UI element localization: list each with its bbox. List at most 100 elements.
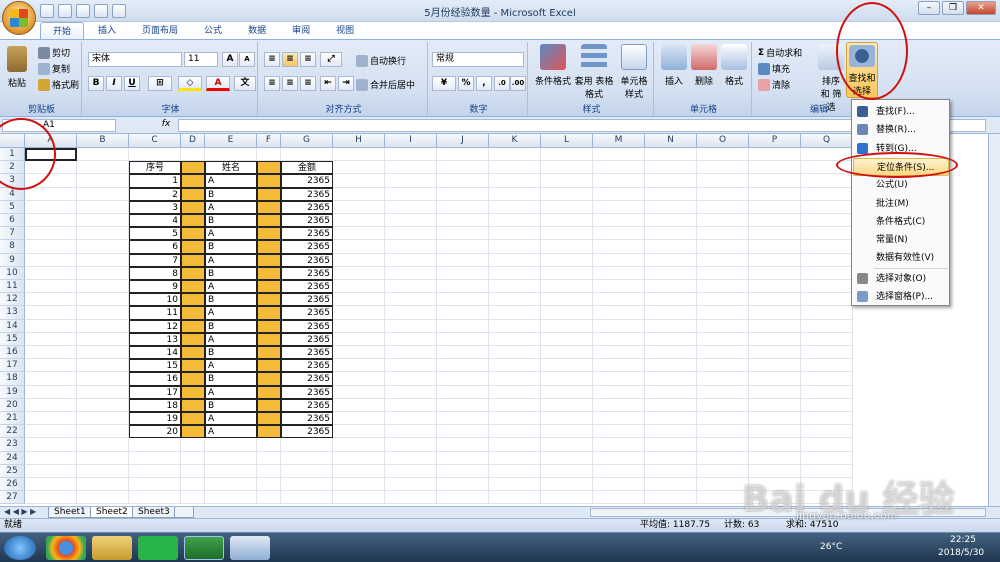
cell[interactable] (489, 293, 541, 307)
cell[interactable] (77, 385, 129, 399)
currency-button[interactable]: ¥ (432, 76, 456, 91)
cell[interactable]: 2 (129, 187, 181, 201)
cell[interactable] (257, 293, 281, 307)
column-header-I[interactable]: I (385, 134, 437, 148)
italic-button[interactable]: I (106, 76, 122, 91)
cell[interactable] (489, 464, 541, 478)
autosum-button[interactable]: Σ 自动求和 (758, 46, 802, 60)
cell[interactable] (749, 148, 801, 162)
cell[interactable] (205, 451, 257, 465)
cell[interactable] (697, 346, 749, 360)
cell[interactable] (593, 372, 645, 386)
row-header[interactable]: 11 (0, 280, 25, 294)
shrink-font-button[interactable]: A (239, 52, 255, 67)
cell[interactable]: A (205, 385, 257, 399)
column-header-K[interactable]: K (489, 134, 541, 148)
menu-item-10[interactable]: 选择窗格(P)... (853, 288, 949, 306)
cell[interactable] (77, 346, 129, 360)
cell[interactable] (437, 187, 489, 201)
cell[interactable] (385, 293, 437, 307)
cell[interactable]: B (205, 293, 257, 307)
cell[interactable] (437, 161, 489, 175)
cell[interactable] (697, 319, 749, 333)
cell[interactable] (749, 398, 801, 412)
cell[interactable] (749, 451, 801, 465)
font-size-combo[interactable]: 11 (184, 52, 218, 67)
active-cell[interactable] (25, 148, 77, 162)
cell[interactable] (697, 412, 749, 426)
cell[interactable] (205, 438, 257, 452)
cell[interactable] (437, 332, 489, 346)
cell[interactable] (257, 174, 281, 188)
cell[interactable]: 8 (129, 266, 181, 280)
cell[interactable] (749, 332, 801, 346)
cell[interactable]: 2365 (281, 253, 333, 267)
cell[interactable] (385, 240, 437, 254)
cell[interactable] (593, 293, 645, 307)
cell[interactable] (749, 425, 801, 439)
cell[interactable] (645, 200, 697, 214)
cell[interactable] (385, 398, 437, 412)
cell[interactable]: B (205, 398, 257, 412)
cell[interactable]: 3 (129, 200, 181, 214)
row-header[interactable]: 1 (0, 148, 25, 162)
header-amount[interactable]: 金额 (281, 161, 333, 175)
cell[interactable] (181, 280, 205, 294)
cell[interactable]: B (205, 240, 257, 254)
cell[interactable] (333, 478, 385, 492)
sheet-tab-3[interactable]: Sheet3 (132, 507, 176, 518)
cell[interactable] (437, 438, 489, 452)
cell[interactable] (181, 346, 205, 360)
cell[interactable]: 10 (129, 293, 181, 307)
cell[interactable] (25, 306, 77, 320)
cell[interactable] (593, 240, 645, 254)
cell[interactable] (801, 174, 853, 188)
fill-button[interactable]: 填充 (758, 62, 790, 75)
cell[interactable] (77, 438, 129, 452)
cell[interactable] (801, 451, 853, 465)
menu-item-3[interactable]: 定位条件(S)... (853, 157, 949, 176)
office-button[interactable] (2, 1, 36, 35)
cell[interactable] (697, 253, 749, 267)
column-header-M[interactable]: M (593, 134, 645, 148)
font-name-combo[interactable]: 宋体 (88, 52, 182, 67)
cell[interactable] (333, 306, 385, 320)
cell[interactable] (437, 148, 489, 162)
cell[interactable] (333, 187, 385, 201)
cell[interactable] (77, 491, 129, 505)
cell[interactable]: B (205, 346, 257, 360)
cell[interactable] (257, 148, 281, 162)
format-cells-button[interactable]: 格式 (720, 44, 748, 87)
row-header[interactable]: 22 (0, 425, 25, 439)
format-painter-button[interactable]: 格式刷 (38, 78, 79, 91)
cell[interactable] (593, 148, 645, 162)
cell[interactable] (25, 174, 77, 188)
cell[interactable] (385, 187, 437, 201)
cell[interactable] (385, 319, 437, 333)
cell[interactable] (181, 148, 205, 162)
align-top-button[interactable]: ≡ (264, 52, 280, 67)
cell[interactable] (489, 478, 541, 492)
cell[interactable] (749, 240, 801, 254)
cell[interactable] (385, 148, 437, 162)
align-right-button[interactable]: ≡ (300, 76, 316, 91)
cell[interactable] (645, 412, 697, 426)
cell[interactable] (749, 214, 801, 228)
cell[interactable] (593, 478, 645, 492)
cell[interactable]: 1 (129, 174, 181, 188)
worksheet-grid[interactable]: A B C D E F G H I J K L M N O P Q 1 2 序号 姓名 金额 3 1 A 2365 4 2 B 2365 5… (0, 134, 988, 506)
cell[interactable] (333, 451, 385, 465)
column-header-E[interactable]: E (205, 134, 257, 148)
cell[interactable] (385, 438, 437, 452)
cell[interactable] (489, 332, 541, 346)
cell[interactable] (697, 398, 749, 412)
row-header[interactable]: 17 (0, 359, 25, 373)
cell[interactable] (489, 359, 541, 373)
cell[interactable] (437, 240, 489, 254)
percent-button[interactable]: % (458, 76, 474, 91)
row-header[interactable]: 4 (0, 187, 25, 201)
row-header[interactable]: 19 (0, 385, 25, 399)
cell[interactable] (541, 148, 593, 162)
cell[interactable]: A (205, 412, 257, 426)
menu-item-2[interactable]: 转到(G)... (853, 140, 949, 158)
